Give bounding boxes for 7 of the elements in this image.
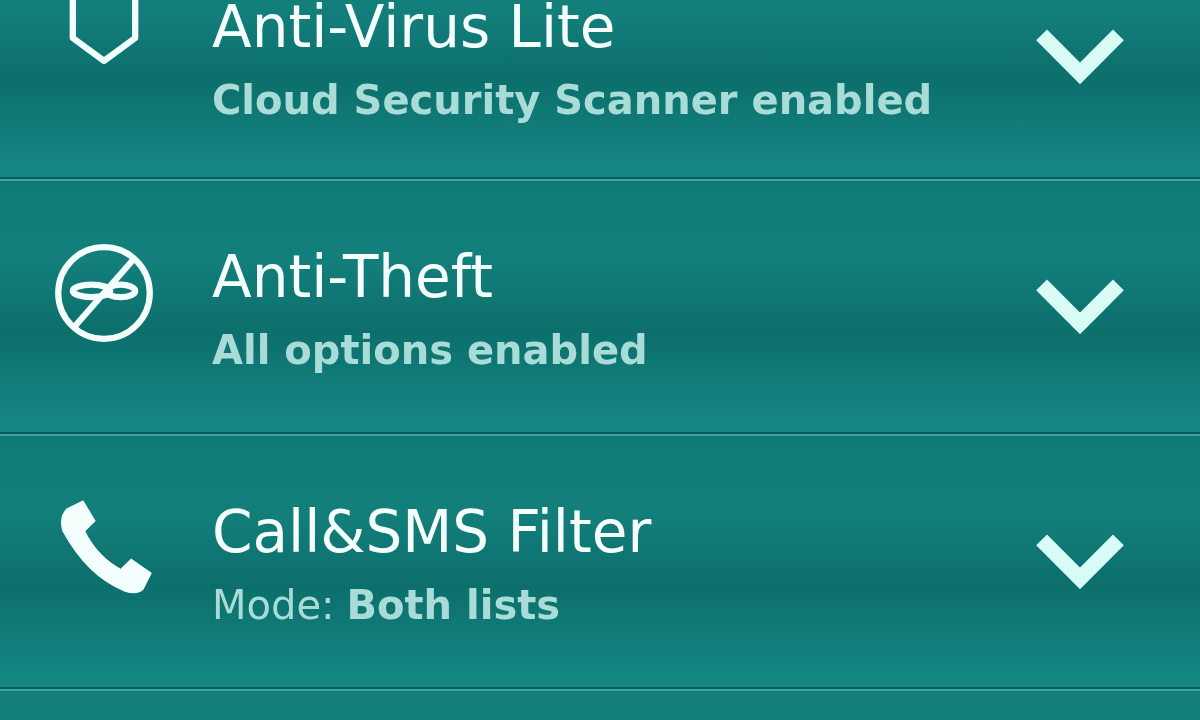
component-status: Cloud Security Scanner enabled xyxy=(212,75,934,125)
component-title: Anti-Virus Lite xyxy=(212,0,617,61)
component-title: Call&SMS Filter xyxy=(212,497,653,566)
component-status: Mode: Both lists xyxy=(212,580,562,630)
component-title: Anti-Theft xyxy=(212,242,494,311)
prohibited-sign-icon xyxy=(52,241,156,345)
component-status: All options enabled xyxy=(212,325,649,375)
